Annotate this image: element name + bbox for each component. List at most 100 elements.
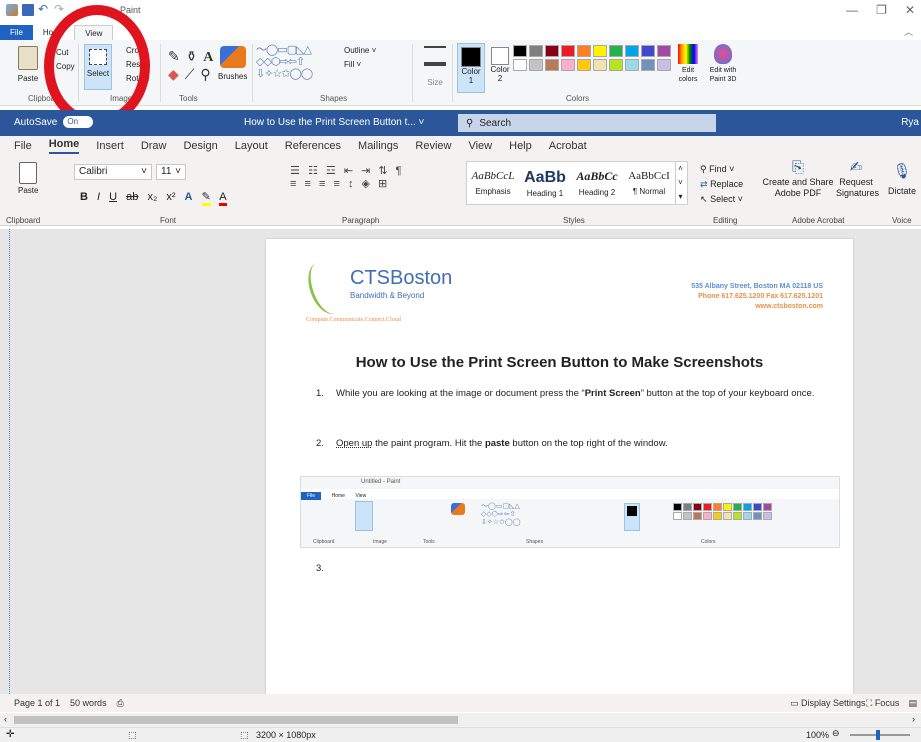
color-swatch[interactable] (545, 45, 559, 57)
strike-icon[interactable]: ab (126, 191, 138, 203)
color-swatch[interactable] (577, 59, 591, 71)
italic-icon[interactable]: I (97, 191, 100, 203)
undo-icon[interactable]: ↶ (38, 3, 50, 16)
zoom-slider-thumb[interactable] (876, 730, 880, 740)
pilcrow-icon[interactable]: ¶ (396, 165, 402, 177)
style-heading2[interactable]: AaBbCc Heading 2 (571, 169, 623, 197)
paste-button[interactable]: Paste (14, 46, 42, 83)
word-tab-help[interactable]: Help (509, 140, 532, 152)
styles-gallery[interactable]: AaBbCcL Emphasis AaBb Heading 1 AaBbCc Head… (466, 161, 688, 205)
borders-icon[interactable]: ⊞ (378, 178, 387, 190)
picker-icon[interactable]: ⟋ (185, 66, 195, 82)
word-tab-mailings[interactable]: Mailings (358, 140, 398, 152)
edit-paint3d-button[interactable]: Edit with Paint 3D (706, 44, 740, 84)
color2-button[interactable]: Color 2 (488, 43, 512, 83)
word-tab-view[interactable]: View (468, 140, 492, 152)
multilevel-icon[interactable]: ☲ (326, 165, 336, 177)
bold-icon[interactable]: B (80, 191, 88, 203)
save-icon[interactable] (22, 4, 34, 16)
find-button[interactable]: ⚲ Find ˅ (700, 162, 743, 177)
font-name-box[interactable]: Calibri ˅ (74, 164, 152, 180)
color-swatch[interactable] (657, 59, 671, 71)
color-swatch[interactable] (625, 59, 639, 71)
color-swatch[interactable] (529, 59, 543, 71)
word-tab-draw[interactable]: Draw (141, 140, 167, 152)
magnifier-icon[interactable]: ⚲ (200, 66, 210, 82)
zoom-out-icon[interactable]: ⊖ (832, 728, 840, 739)
zoom-slider[interactable] (850, 730, 910, 740)
request-signatures-button[interactable]: ✍ Request Signatures (836, 160, 879, 199)
proofing-icon[interactable]: ⎙ (117, 698, 124, 709)
eraser-icon[interactable]: ◆ (168, 66, 179, 82)
replace-button[interactable]: ⇄ Replace (700, 177, 743, 192)
word-tab-acrobat[interactable]: Acrobat (549, 140, 587, 152)
document-page[interactable]: CTSBoston Bandwidth & Beyond Compute.Com… (266, 239, 853, 694)
color-swatch[interactable] (593, 59, 607, 71)
restore-icon[interactable]: ❐ (876, 3, 887, 17)
shapes-gallery[interactable]: 〜◯▭▢◺△ ◇◇⬡⇨⇦⇧ ⇩✧☆✩◯◯ (256, 44, 348, 80)
color-swatch[interactable] (641, 59, 655, 71)
word-tab-review[interactable]: Review (415, 140, 451, 152)
font-size-box[interactable]: 11 ˅ (156, 164, 186, 180)
scroll-right-icon[interactable]: › (912, 714, 915, 724)
scroll-left-icon[interactable]: ‹ (4, 714, 7, 724)
outline-dropdown[interactable]: Outline ˅ (344, 46, 376, 55)
page-count[interactable]: Page 1 of 1 (14, 698, 60, 708)
size-button[interactable]: Size (424, 46, 446, 87)
dictate-button[interactable]: 🎙 Dictate (884, 162, 920, 196)
word-tab-home[interactable]: Home (48, 138, 80, 154)
display-settings[interactable]: ▭ Display Settings (790, 698, 866, 709)
align-left-icon[interactable]: ≡ (290, 178, 296, 190)
subscript-icon[interactable]: x₂ (147, 191, 157, 203)
paint-tab-file[interactable]: File (0, 25, 33, 40)
focus-mode[interactable]: ⛶ Focus (866, 698, 899, 709)
text-effects-icon[interactable]: A (185, 191, 193, 203)
styles-scroll[interactable]: ˄ ˅ ▾ (675, 162, 685, 204)
superscript-icon[interactable]: x² (166, 191, 175, 203)
bullets-icon[interactable]: ☰ (290, 165, 300, 177)
word-tab-insert[interactable]: Insert (96, 140, 124, 152)
color-swatch[interactable] (577, 45, 591, 57)
color-swatch[interactable] (609, 59, 623, 71)
text-icon[interactable]: A (203, 50, 213, 65)
shading-icon[interactable]: ◈ (362, 178, 370, 190)
decrease-indent-icon[interactable]: ⇤ (344, 165, 353, 177)
autosave-toggle[interactable]: On (63, 116, 94, 128)
sort-icon[interactable]: ⇅ (378, 165, 387, 177)
fill-icon[interactable]: ⚱ (186, 48, 198, 64)
scroll-thumb[interactable] (14, 716, 458, 724)
underline-icon[interactable]: U (109, 191, 117, 203)
word-tab-layout[interactable]: Layout (235, 140, 268, 152)
color-swatch[interactable] (657, 45, 671, 57)
word-tab-references[interactable]: References (285, 140, 341, 152)
ribbon-collapse-icon[interactable]: ︿ (904, 25, 913, 38)
word-search-box[interactable]: ⚲ Search (458, 114, 716, 132)
word-count[interactable]: 50 words (70, 698, 107, 708)
numbering-icon[interactable]: ☷ (308, 165, 318, 177)
word-doc-title[interactable]: How to Use the Print Screen Button t... … (244, 117, 424, 128)
word-tab-design[interactable]: Design (183, 140, 217, 152)
color-swatch[interactable] (641, 45, 655, 57)
user-name[interactable]: Rya (901, 117, 919, 128)
line-spacing-icon[interactable]: ↕ (348, 178, 354, 190)
justify-icon[interactable]: ≡ (333, 178, 339, 190)
highlight-icon[interactable]: ✎ (201, 191, 211, 206)
style-normal[interactable]: AaBbCcI ¶ Normal (623, 170, 675, 196)
color1-button[interactable]: Color 1 (457, 43, 485, 93)
color-swatch[interactable] (593, 45, 607, 57)
word-tab-file[interactable]: File (14, 140, 32, 152)
create-share-pdf-button[interactable]: ⎘ Create and Share Adobe PDF (762, 160, 834, 199)
read-mode-icon[interactable]: ▤ (908, 698, 917, 709)
color-palette[interactable] (513, 45, 671, 71)
align-right-icon[interactable]: ≡ (319, 178, 325, 190)
style-emphasis[interactable]: AaBbCcL Emphasis (467, 170, 519, 196)
brushes-button[interactable]: Brushes (218, 46, 247, 81)
color-swatch[interactable] (561, 59, 575, 71)
style-heading1[interactable]: AaBb Heading 1 (519, 169, 571, 198)
color-swatch[interactable] (513, 59, 527, 71)
increase-indent-icon[interactable]: ⇥ (361, 165, 370, 177)
close-icon[interactable]: ✕ (905, 3, 915, 17)
color-swatch[interactable] (513, 45, 527, 57)
color-swatch[interactable] (625, 45, 639, 57)
color-swatch[interactable] (561, 45, 575, 57)
